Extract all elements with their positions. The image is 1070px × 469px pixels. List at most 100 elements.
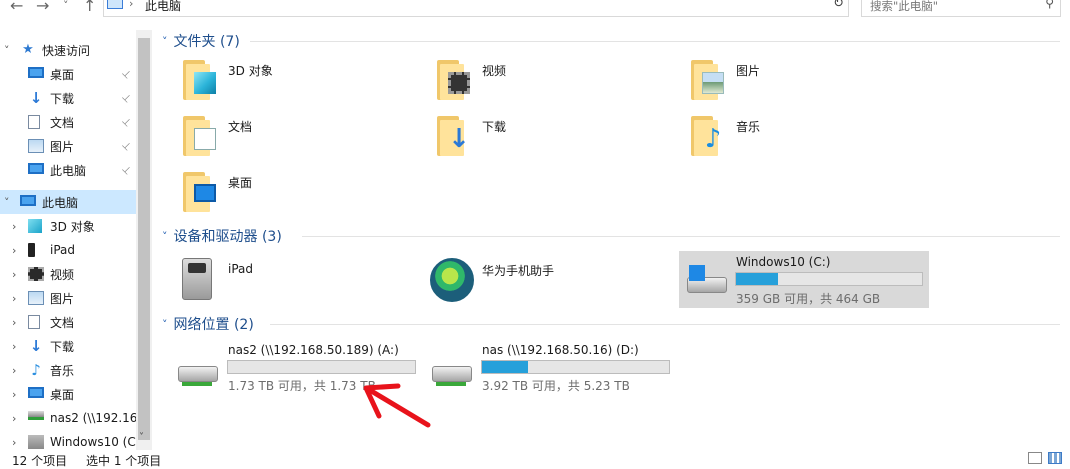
recent-locations-icon[interactable]: ˅ bbox=[63, 0, 69, 16]
this-pc-icon bbox=[28, 163, 44, 174]
sidebar-item[interactable]: › 3D 对象 bbox=[0, 214, 136, 238]
collapse-chevron-icon[interactable]: ˅ bbox=[162, 318, 168, 331]
sidebar-item-label: 快速访问 bbox=[42, 43, 91, 58]
ipad-icon bbox=[28, 243, 35, 257]
folder-pictures[interactable]: 图片 bbox=[690, 58, 930, 106]
folder-desktop[interactable]: 桌面 bbox=[182, 170, 422, 218]
expand-chevron-icon[interactable]: ˅ bbox=[4, 196, 10, 209]
sidebar-item-label: 桌面 bbox=[50, 67, 75, 82]
folder-documents[interactable]: 文档 bbox=[182, 114, 422, 162]
collapse-chevron-icon[interactable]: › bbox=[12, 340, 16, 353]
desktop-icon bbox=[28, 387, 44, 398]
pin-icon: ⊥ bbox=[119, 67, 134, 81]
group-title: 网络位置 (2) bbox=[173, 317, 254, 333]
collapse-chevron-icon[interactable]: ˅ bbox=[162, 35, 168, 48]
back-icon[interactable]: ← bbox=[10, 0, 23, 16]
music-folder-icon: ♪ bbox=[690, 116, 728, 158]
group-header-network[interactable]: ˅ 网络位置 (2) bbox=[162, 314, 254, 334]
music-icon: ♪ bbox=[31, 361, 41, 379]
folder-3d-objects[interactable]: 3D 对象 bbox=[182, 58, 422, 106]
content-scrollbar[interactable] bbox=[1063, 30, 1070, 450]
address-bar[interactable]: › 此电脑 ˅ ↻ bbox=[103, 0, 849, 17]
sidebar-item-label: 音乐 bbox=[50, 363, 75, 378]
sidebar-item[interactable]: › 视频 bbox=[0, 262, 136, 286]
folder-videos[interactable]: 视频 bbox=[436, 58, 676, 106]
sidebar-item[interactable]: ↓ 下载 ⊥ bbox=[0, 86, 136, 110]
details-view-icon[interactable] bbox=[1028, 452, 1042, 464]
collapse-chevron-icon[interactable]: › bbox=[12, 316, 16, 329]
folder-downloads[interactable]: ↓ 下载 bbox=[436, 114, 676, 162]
3d-objects-folder-icon bbox=[182, 60, 220, 102]
collapse-chevron-icon[interactable]: › bbox=[12, 268, 16, 281]
selection-count: 选中 1 个项目 bbox=[86, 454, 162, 468]
network-drive-nas[interactable]: nas (\\192.168.50.16) (D:) 3.92 TB 可用，共 … bbox=[426, 340, 676, 394]
sidebar-item[interactable]: 桌面 ⊥ bbox=[0, 62, 136, 86]
content-pane: ˅ 文件夹 (7) 3D 对象 视频 图片 文档 ↓ 下载 ♪ 音乐 桌面 ˅ … bbox=[154, 30, 1063, 450]
folder-music[interactable]: ♪ 音乐 bbox=[690, 114, 930, 162]
collapse-chevron-icon[interactable]: › bbox=[12, 220, 16, 233]
drive-space-text: 359 GB 可用，共 464 GB bbox=[736, 292, 881, 306]
network-drive-nas2[interactable]: nas2 (\\192.168.50.189) (A:) 1.73 TB 可用，… bbox=[172, 340, 422, 394]
sidebar-item[interactable]: › ↓ 下载 bbox=[0, 334, 136, 358]
sidebar-scrollbar-thumb[interactable] bbox=[138, 38, 150, 440]
sidebar-item[interactable]: › 文档 bbox=[0, 310, 136, 334]
document-icon bbox=[28, 315, 40, 329]
drive-usage-fill bbox=[736, 273, 778, 285]
search-icon[interactable]: ⚲ bbox=[1045, 0, 1054, 10]
download-icon: ↓ bbox=[29, 89, 43, 107]
sidebar-item[interactable]: ˅ ★ 快速访问 bbox=[0, 38, 136, 62]
drive-name: nas2 (\\192.168.50.189) (A:) bbox=[228, 343, 399, 357]
huawei-assistant-icon bbox=[430, 258, 474, 302]
group-header-folders[interactable]: ˅ 文件夹 (7) bbox=[162, 31, 240, 51]
drive-windows10-c[interactable]: Windows10 (C:) 359 GB 可用，共 464 GB bbox=[679, 251, 929, 308]
collapse-chevron-icon[interactable]: › bbox=[12, 436, 16, 449]
collapse-chevron-icon[interactable]: › bbox=[12, 244, 16, 257]
collapse-chevron-icon[interactable]: › bbox=[12, 292, 16, 305]
desktop-icon bbox=[28, 67, 44, 78]
sidebar-item[interactable]: ˅ 此电脑 bbox=[0, 190, 136, 214]
desktop-folder-icon bbox=[182, 172, 220, 214]
sidebar-item[interactable]: › iPad bbox=[0, 238, 136, 262]
breadcrumb-this-pc[interactable]: 此电脑 bbox=[145, 0, 181, 14]
sidebar-item-label: 图片 bbox=[50, 139, 75, 154]
collapse-chevron-icon[interactable]: › bbox=[12, 412, 16, 425]
pictures-folder-icon bbox=[690, 60, 728, 102]
sidebar-item[interactable]: 图片 ⊥ bbox=[0, 134, 136, 158]
drive-space-text: 3.92 TB 可用，共 5.23 TB bbox=[482, 379, 630, 393]
forward-icon[interactable]: → bbox=[36, 0, 49, 16]
group-header-devices[interactable]: ˅ 设备和驱动器 (3) bbox=[162, 226, 282, 246]
sidebar-item[interactable]: › Windows10 (C: bbox=[0, 430, 140, 450]
refresh-icon[interactable]: ↻ bbox=[833, 0, 844, 11]
sidebar-item[interactable]: 此电脑 ⊥ bbox=[0, 158, 136, 182]
expand-chevron-icon[interactable]: ˅ bbox=[4, 44, 10, 57]
collapse-chevron-icon[interactable]: › bbox=[12, 364, 16, 377]
device-ipad[interactable]: iPad bbox=[178, 252, 418, 306]
address-dropdown-icon[interactable]: ˅ bbox=[821, 0, 826, 8]
sidebar-scroll-down-icon[interactable]: ˅ bbox=[139, 432, 144, 443]
breadcrumb-separator-icon[interactable]: › bbox=[129, 0, 133, 10]
folder-name: 图片 bbox=[736, 64, 761, 78]
sidebar-item[interactable]: › ♪ 音乐 bbox=[0, 358, 136, 382]
large-icons-view-icon[interactable] bbox=[1048, 452, 1062, 464]
collapse-chevron-icon[interactable]: ˅ bbox=[162, 230, 168, 243]
collapse-chevron-icon[interactable]: › bbox=[12, 388, 16, 401]
up-level-icon[interactable]: ↑ bbox=[83, 0, 96, 16]
group-title: 文件夹 (7) bbox=[173, 34, 240, 50]
drive-usage-fill bbox=[482, 361, 528, 373]
sidebar-item[interactable]: › 桌面 bbox=[0, 382, 136, 406]
sidebar-item-label: 视频 bbox=[50, 267, 75, 282]
device-huawei-assistant[interactable]: 华为手机助手 bbox=[430, 252, 670, 306]
navigation-pane: ˅ ★ 快速访问 桌面 ⊥ ↓ 下载 ⊥ 文档 ⊥ 图片 ⊥ 此电脑 ⊥ ˅ 此电脑 › 3D 对象 › iPad › 视… bbox=[0, 30, 152, 450]
search-box[interactable]: 搜索"此电脑" ⚲ bbox=[861, 0, 1061, 17]
sidebar-item[interactable]: › 图片 bbox=[0, 286, 136, 310]
folder-name: 桌面 bbox=[228, 176, 253, 190]
pin-icon: ⊥ bbox=[119, 115, 134, 129]
downloads-folder-icon: ↓ bbox=[436, 116, 474, 158]
sidebar-item-label: iPad bbox=[50, 243, 76, 257]
drive-usage-bar bbox=[227, 360, 416, 374]
download-icon: ↓ bbox=[29, 337, 43, 355]
sidebar-item-label: 文档 bbox=[50, 115, 75, 130]
pin-icon: ⊥ bbox=[119, 139, 134, 153]
sidebar-item[interactable]: › nas2 (\\192.168 bbox=[0, 406, 145, 430]
sidebar-item[interactable]: 文档 ⊥ bbox=[0, 110, 136, 134]
